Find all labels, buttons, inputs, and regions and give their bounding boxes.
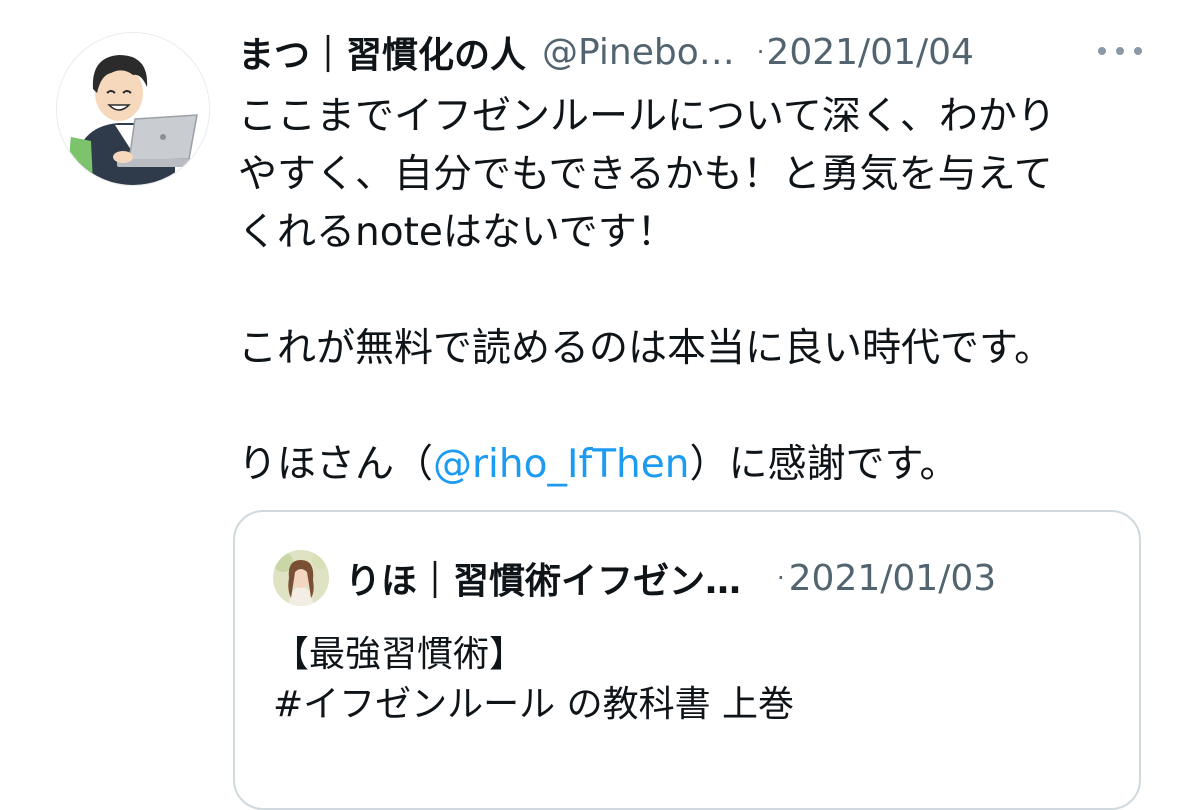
tweet-text-line: りほさん（@riho_IfThen）に感謝です。 [238,436,1138,494]
quoted-tweet-header: りほ｜習慣術イフゼン… · 2021/01/03 [345,552,1125,604]
quoted-text-line: 【最強習慣術】 [273,634,526,675]
more-dot [1116,47,1124,55]
quoted-tweet-date[interactable]: 2021/01/03 [789,558,997,599]
quoted-tweet-text: 【最強習慣術】 #イフゼンルール の教科書 上巻 [273,630,794,730]
more-dot [1098,47,1106,55]
quoted-author-display-name[interactable]: りほ｜習慣術イフゼン… [345,552,741,604]
mention-link[interactable]: @riho_IfThen [433,442,689,487]
more-dot [1134,47,1142,55]
quoted-tweet-card[interactable]: りほ｜習慣術イフゼン… · 2021/01/03 【最強習慣術】 #イフゼンルー… [233,510,1141,810]
text-fragment: りほさん（ [238,442,434,487]
tweet-header: まつ｜習慣化の人 @Pinebo… · 2021/01/04 [238,26,1138,78]
quoted-author-avatar[interactable] [273,550,329,606]
header-separator: · [756,38,765,66]
tweet-date[interactable]: 2021/01/04 [766,32,974,73]
tweet-text-line: やすく、自分でもできるかも！と勇気を与えて [238,152,1053,197]
tweet[interactable]: まつ｜習慣化の人 @Pinebo… · 2021/01/04 ここまでイフゼンル… [0,0,1200,810]
tweet-text-line: ここまでイフゼンルールについて深く、わかり [238,94,1056,139]
tweet-text-line: くれるnoteはないです！ [238,210,676,255]
tweet-text-line: これが無料で読めるのは本当に良い時代です。 [238,326,1054,371]
author-handle[interactable]: @Pinebo… [542,32,735,73]
text-fragment: ）に感謝です。 [689,442,959,487]
quoted-header-separator: · [777,564,785,592]
more-options-icon[interactable] [1098,36,1142,66]
tweet-text: ここまでイフゼンルールについて深く、わかり やすく、自分でもできるかも！と勇気を… [238,88,1138,494]
author-avatar[interactable] [56,32,210,186]
quoted-text-line: #イフゼンルール の教科書 上巻 [273,684,795,725]
author-display-name[interactable]: まつ｜習慣化の人 [238,26,526,78]
